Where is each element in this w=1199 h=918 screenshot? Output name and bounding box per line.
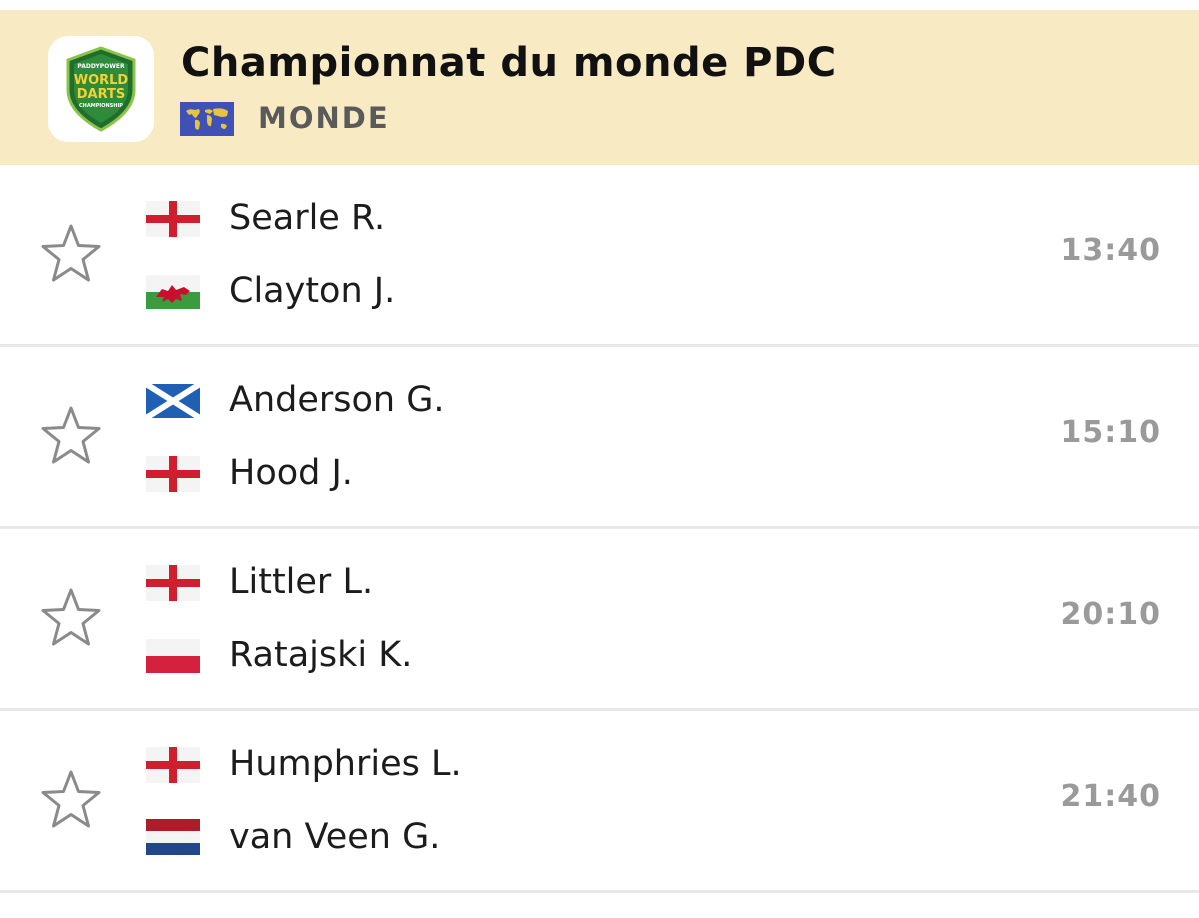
england-flag-icon: [146, 201, 200, 237]
match-time: 15:10: [1060, 415, 1161, 450]
away-player-name: van Veen G.: [229, 817, 441, 857]
match-time: 20:10: [1060, 597, 1161, 632]
home-player-name: Humphries L.: [229, 744, 462, 784]
match-time: 21:40: [1060, 779, 1161, 814]
england-flag-icon: [146, 565, 200, 601]
favorite-star-icon[interactable]: [40, 769, 102, 831]
away-player-name: Hood J.: [229, 453, 353, 493]
country-label: MONDE: [258, 101, 390, 135]
home-player-name: Littler L.: [229, 562, 374, 602]
match-time: 13:40: [1060, 233, 1161, 268]
logo-text-darts: DARTS: [77, 87, 126, 102]
logo-text-world: WORLD: [74, 73, 129, 88]
england-flag-icon: [146, 456, 200, 492]
league-header[interactable]: PADDYPOWER WORLD DARTS CHAMPIONSHIP Cham…: [0, 10, 1199, 165]
away-player-name: Clayton J.: [229, 271, 396, 311]
favorite-star-icon[interactable]: [40, 405, 102, 467]
league-logo: PADDYPOWER WORLD DARTS CHAMPIONSHIP: [48, 36, 154, 142]
world-darts-championship-logo-icon: PADDYPOWER WORLD DARTS CHAMPIONSHIP: [66, 46, 136, 132]
world-flag-icon: [180, 102, 234, 136]
home-player-name: Searle R.: [229, 198, 386, 238]
favorite-star-icon[interactable]: [40, 587, 102, 649]
home-player-name: Anderson G.: [229, 380, 445, 420]
logo-text-championship: CHAMPIONSHIP: [79, 103, 123, 109]
logo-text-brand: PADDYPOWER: [77, 63, 125, 70]
favorite-star-icon[interactable]: [40, 223, 102, 285]
match-row[interactable]: Humphries L. van Veen G. 21:40: [0, 711, 1199, 893]
match-row[interactable]: Searle R. Clayton J. 13:40: [0, 165, 1199, 347]
away-player-name: Ratajski K.: [229, 635, 413, 675]
netherlands-flag-icon: [146, 819, 200, 855]
match-row[interactable]: Littler L. Ratajski K. 20:10: [0, 529, 1199, 711]
wales-flag-icon: [146, 275, 200, 309]
england-flag-icon: [146, 747, 200, 783]
poland-flag-icon: [146, 639, 200, 673]
league-title[interactable]: Championnat du monde PDC: [181, 40, 837, 86]
scotland-flag-icon: [146, 384, 200, 418]
match-row[interactable]: Anderson G. Hood J. 15:10: [0, 347, 1199, 529]
